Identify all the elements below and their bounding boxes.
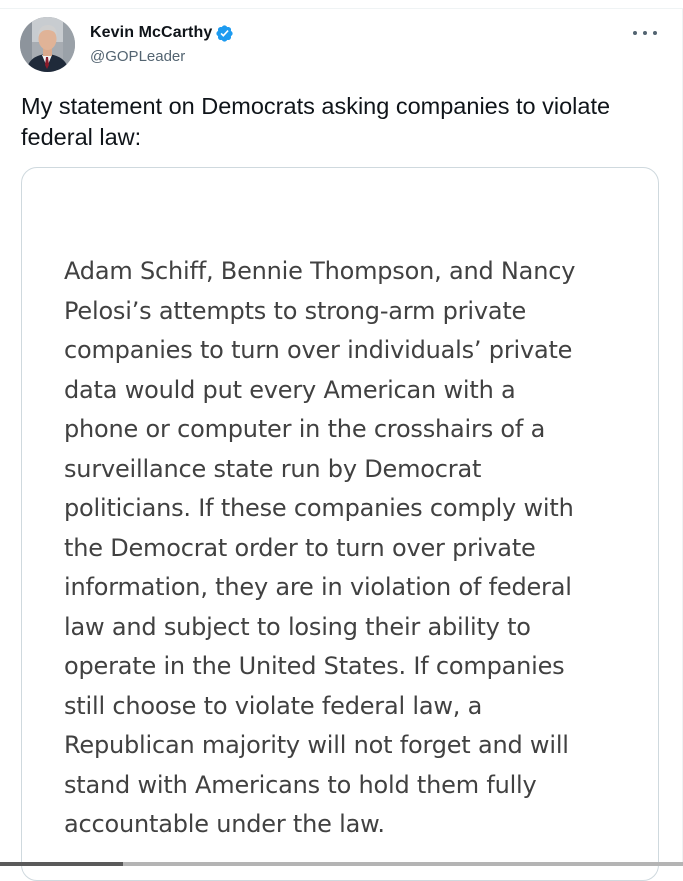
statement-line: stand with Americans to hold them fully (64, 770, 537, 799)
statement-line: the Democrat order to turn over private (64, 533, 536, 562)
statement-line: surveillance state run by Democrat (64, 454, 482, 483)
statement-line: still choose to violate federal law, a (64, 691, 483, 720)
statement-line: politicians. If these companies comply w… (64, 494, 574, 522)
statement-line: phone or computer in the crosshairs of a (64, 415, 546, 443)
avatar-image (20, 17, 75, 72)
window-bottom-edge (0, 862, 683, 866)
statement-line: operate in the United States. If compani… (64, 652, 565, 680)
author-handle[interactable]: @GOPLeader (90, 48, 234, 65)
more-dot (643, 31, 647, 35)
more-options-icon[interactable] (633, 25, 657, 41)
more-dot (633, 31, 637, 35)
top-divider (0, 8, 683, 9)
tweet-media-card[interactable]: Adam Schiff, Bennie Thompson, and Nancy … (21, 167, 659, 881)
statement-line: Adam Schiff, Bennie Thompson, and Nancy (64, 257, 576, 285)
tweet-text: My statement on Democrats asking compani… (21, 93, 611, 150)
author-name-row: Kevin McCarthy (90, 21, 234, 45)
verified-badge-icon (215, 24, 234, 43)
statement-line: law and subject to losing their ability … (64, 612, 531, 641)
statement-line: Pelosi’s attempts to strong-arm private (64, 296, 527, 325)
tweet-header: Kevin McCarthy @GOPLeader (20, 17, 663, 75)
statement-line: information, they are in violation of fe… (64, 573, 572, 601)
author-display-name[interactable]: Kevin McCarthy (90, 24, 212, 42)
more-dot (653, 31, 657, 35)
author-block: Kevin McCarthy @GOPLeader (90, 21, 234, 65)
statement-line: accountable under the law. (64, 810, 385, 838)
avatar[interactable] (20, 17, 75, 72)
statement-line: data would put every American with a (64, 375, 516, 404)
statement-image-text: Adam Schiff, Bennie Thompson, and Nancy … (64, 252, 624, 845)
statement-line: Republican majority will not forget and … (64, 731, 569, 759)
statement-line: companies to turn over individuals’ priv… (64, 336, 573, 364)
